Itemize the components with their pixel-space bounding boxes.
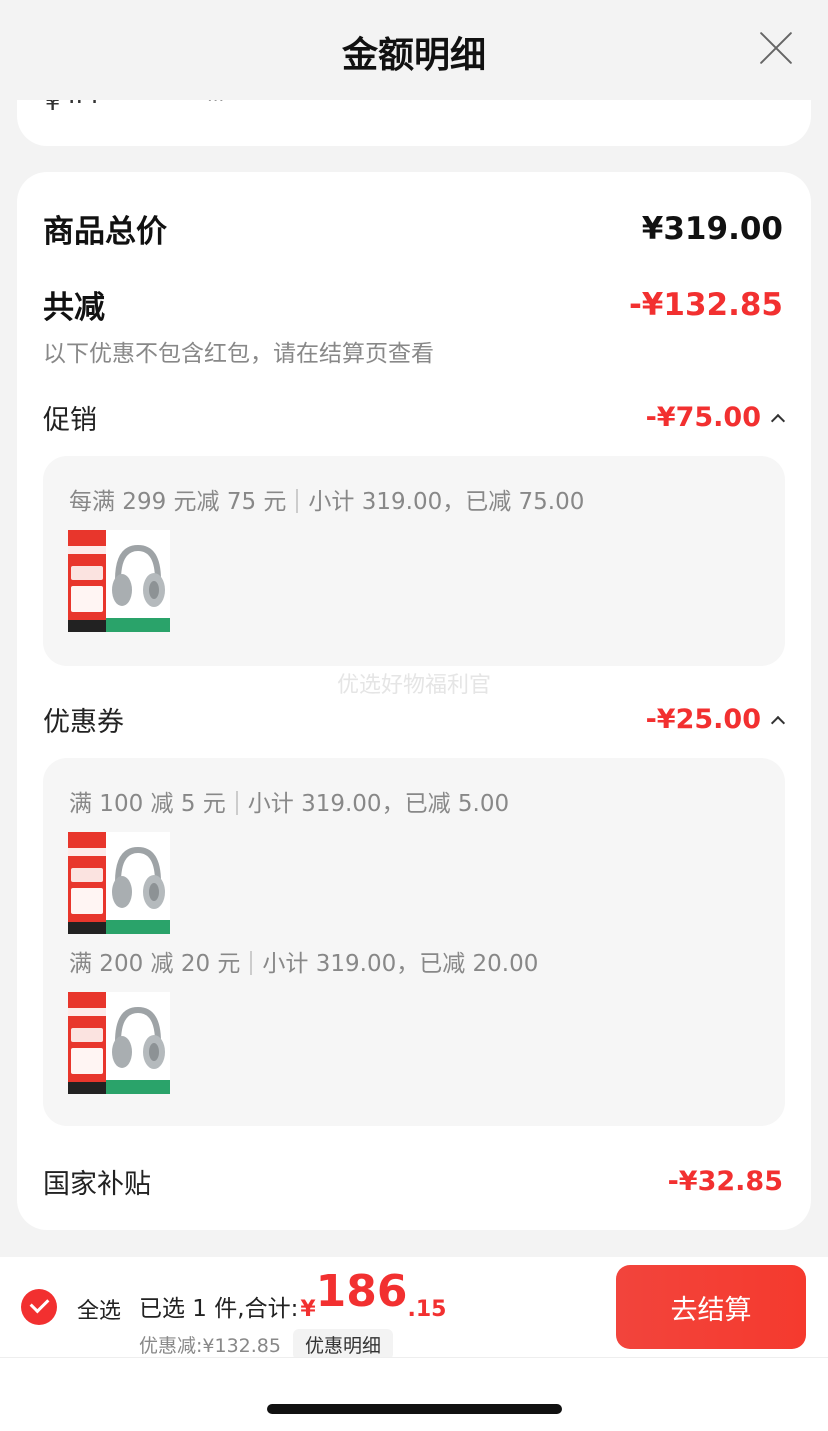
discount-line: 优惠减:¥132.85 优惠明细 — [139, 1329, 393, 1360]
coupon-rule-1: 满 100 减 5 元小计 319.00，已减 5.00 — [69, 791, 510, 817]
total-reduce-row: 共减 -¥132.85 — [43, 282, 783, 327]
select-all-label[interactable]: 全选 — [77, 1293, 121, 1325]
home-indicator[interactable] — [267, 1404, 562, 1414]
coupon-header[interactable]: 优惠券 -¥25.00 — [43, 700, 786, 739]
amount-detail-card: 商品总价 ¥319.00 共减 -¥132.85 以下优惠不包含红包，请在结算页… — [17, 172, 811, 1230]
total-price-value: ¥319.00 — [641, 210, 783, 247]
total-reduce-label: 共减 — [43, 290, 105, 326]
promotion-box: 每满 299 元减 75 元小计 319.00，已减 75.00 — [43, 456, 785, 666]
coupon-label: 优惠券 — [43, 707, 124, 738]
check-circle-icon[interactable] — [21, 1289, 57, 1325]
headphones-icon — [112, 544, 165, 607]
promotion-rule-1: 每满 299 元减 75 元小计 319.00，已减 75.00 — [69, 489, 585, 515]
selected-summary: 已选 1 件,合计: ¥ 186 .15 — [139, 1266, 447, 1324]
discount-note: 以下优惠不包含红包，请在结算页查看 — [43, 341, 434, 367]
coupon-rule-2: 满 200 减 20 元小计 319.00，已减 20.00 — [69, 951, 539, 977]
discount-detail-button[interactable]: 优惠明细 — [292, 1329, 393, 1360]
discount-text: 优惠减:¥132.85 — [139, 1335, 281, 1357]
total-price-label: 商品总价 — [43, 214, 167, 250]
modal-title: 金额明细 — [341, 35, 486, 76]
selected-text: 已选 1 件,合计: — [139, 1296, 299, 1322]
chevron-up-icon[interactable] — [770, 413, 786, 428]
coupon-value: -¥25.00 — [645, 704, 761, 735]
home-indicator-area — [0, 1357, 828, 1431]
chevron-up-icon[interactable] — [770, 715, 786, 730]
promotion-header[interactable]: 促销 -¥75.00 — [43, 398, 786, 437]
total-price-row: 商品总价 ¥319.00 — [43, 206, 783, 251]
product-thumbnail[interactable] — [68, 992, 170, 1094]
total-reduce-value: -¥132.85 — [628, 286, 783, 323]
subsidy-value: -¥32.85 — [667, 1166, 783, 1197]
previous-card-fragment: ¥ ·· · ··· — [17, 100, 811, 146]
total-amount: ¥ 186 .15 — [300, 1266, 447, 1323]
subsidy-row: 国家补贴 -¥32.85 — [43, 1162, 783, 1201]
modal-header: 金额明细 — [0, 0, 828, 100]
subsidy-label: 国家补贴 — [43, 1169, 151, 1200]
promotion-label: 促销 — [43, 405, 97, 436]
close-icon[interactable] — [754, 26, 798, 70]
product-thumbnail[interactable] — [68, 832, 170, 934]
headphones-icon — [112, 1006, 165, 1069]
checkout-button[interactable]: 去结算 — [616, 1265, 806, 1349]
coupon-box: 满 100 减 5 元小计 319.00，已减 5.00 满 200 减 20 … — [43, 758, 785, 1126]
promotion-value: -¥75.00 — [645, 402, 761, 433]
checkout-bar: 全选 已选 1 件,合计: ¥ 186 .15 优惠减:¥132.85 优惠明细… — [0, 1257, 828, 1360]
product-thumbnail[interactable] — [68, 530, 170, 632]
headphones-icon — [112, 846, 165, 909]
